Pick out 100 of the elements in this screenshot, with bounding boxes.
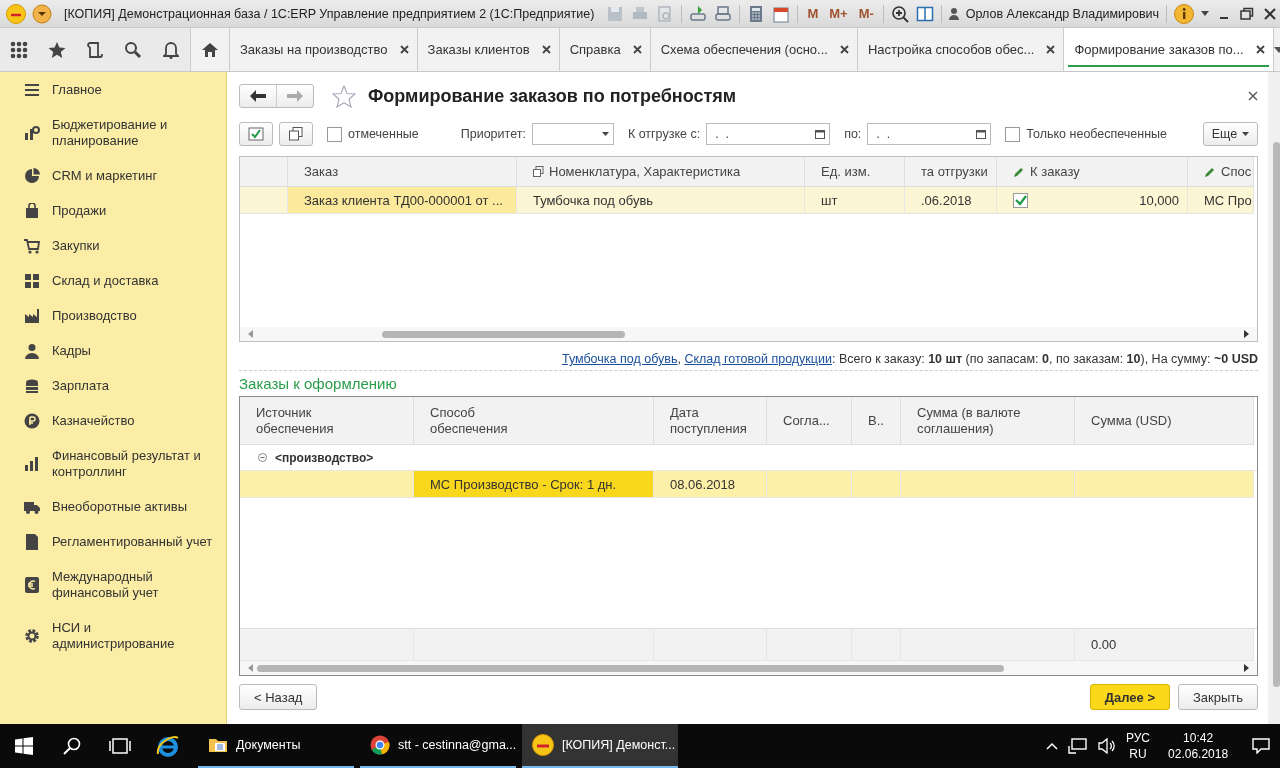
column-header[interactable]: Спос — [1188, 157, 1254, 187]
user-name[interactable]: Орлов Александр Владимирович — [965, 6, 1160, 21]
sidebar-item[interactable]: Международный финансовый учет — [0, 560, 226, 611]
language-indicator[interactable]: РУС RU — [1126, 730, 1151, 762]
link[interactable]: Склад готовой продукции — [684, 352, 832, 366]
cart-icon — [24, 238, 40, 254]
column-header[interactable]: Сумма (в валюте соглашения) — [901, 397, 1075, 445]
calendar-icon[interactable] — [772, 4, 791, 23]
sidebar-item[interactable]: Закупки — [0, 229, 226, 264]
document-icon — [24, 534, 40, 550]
close-icon[interactable] — [541, 45, 551, 54]
tab[interactable]: Формирование заказов по... — [1064, 28, 1274, 71]
taskbar-item[interactable]: Документы — [198, 724, 354, 768]
horizontal-scrollbar[interactable] — [240, 661, 1258, 675]
caret-up-icon[interactable] — [1046, 742, 1058, 750]
column-header[interactable]: Ед. изм. — [805, 157, 905, 187]
column-header[interactable]: Заказ — [288, 157, 517, 187]
vertical-scrollbar[interactable] — [1268, 72, 1280, 724]
sidebar-item[interactable]: Казначейство — [0, 404, 226, 439]
sidebar-item[interactable]: Внеоборотные активы — [0, 490, 226, 525]
sidebar-item[interactable]: Склад и доставка — [0, 264, 226, 299]
search-icon[interactable] — [124, 40, 142, 59]
date-field[interactable]: . . — [706, 123, 831, 145]
menu-caret-icon[interactable] — [32, 3, 52, 24]
close-icon[interactable] — [632, 45, 642, 54]
memory-button[interactable]: M+ — [827, 6, 850, 21]
checklist-icon — [248, 127, 264, 141]
restore-icon[interactable] — [1239, 5, 1256, 22]
windows-start-icon[interactable] — [15, 737, 33, 755]
bell-icon[interactable] — [163, 40, 179, 59]
close-icon[interactable] — [1255, 45, 1265, 54]
sidebar-item[interactable]: Кадры — [0, 334, 226, 369]
more-button[interactable]: Еще — [1202, 122, 1259, 146]
bar-chart-icon — [24, 456, 40, 472]
column-header[interactable]: Сумма (USD) — [1075, 397, 1254, 445]
close-icon[interactable] — [399, 45, 409, 54]
close-icon[interactable] — [1046, 45, 1056, 54]
apps-grid-icon[interactable] — [10, 40, 28, 59]
history-icon[interactable] — [87, 40, 103, 59]
priority-field[interactable] — [531, 123, 614, 145]
column-header[interactable]: Источник обеспечения — [240, 397, 414, 445]
sidebar-item[interactable]: CRM и маркетинг — [0, 159, 226, 194]
taskbar-item[interactable]: [КОПИЯ] Демонст... — [522, 724, 678, 768]
notification-icon[interactable] — [1252, 738, 1271, 754]
checkbox[interactable] — [327, 126, 342, 142]
tab[interactable]: Схема обеспечения (осно... — [650, 28, 858, 71]
tab[interactable]: Заказы клиентов — [417, 28, 560, 71]
next-button[interactable]: Далее > — [1089, 684, 1170, 710]
dropdown-caret-icon[interactable] — [1273, 46, 1280, 53]
info-icon[interactable] — [1174, 3, 1195, 24]
sidebar-item[interactable]: НСИ и администрирование — [0, 611, 226, 662]
network-icon[interactable] — [1068, 738, 1088, 754]
grid-icon — [24, 273, 40, 289]
section-title: Заказы к оформлению — [239, 375, 398, 392]
collapse-icon[interactable] — [258, 453, 267, 462]
mark-all-button[interactable] — [239, 122, 273, 146]
sidebar-item[interactable]: Бюджетирование и планирование — [0, 108, 226, 159]
star-icon[interactable] — [48, 40, 66, 59]
column-header[interactable]: В.. — [852, 397, 901, 445]
dropdown-caret-icon — [601, 132, 609, 136]
clock[interactable]: 10:42 02.06.2018 — [1168, 730, 1229, 762]
column-header[interactable]: Номенклатура, Характеристика — [517, 157, 805, 187]
star-icon[interactable] — [332, 84, 356, 108]
home-icon[interactable] — [202, 41, 218, 58]
close-icon[interactable] — [1262, 5, 1279, 22]
memory-button[interactable]: M — [805, 6, 821, 21]
checkbox[interactable] — [1005, 126, 1021, 142]
close-icon[interactable] — [839, 45, 849, 54]
sidebar-item[interactable]: Финансовый результат и контроллинг — [0, 439, 226, 490]
tab[interactable]: Справка — [559, 28, 651, 71]
date-field[interactable]: . . — [867, 123, 992, 145]
sidebar-item[interactable]: Главное — [0, 73, 226, 108]
column-header[interactable]: Согла... — [767, 397, 852, 445]
search-icon[interactable] — [63, 737, 81, 755]
left-arrow-icon — [250, 90, 266, 102]
zoom-icon[interactable] — [890, 4, 909, 23]
sidebar-item[interactable]: Производство — [0, 299, 226, 334]
check-icon — [1014, 194, 1027, 206]
checkbox[interactable] — [1013, 192, 1028, 208]
task-view-icon[interactable] — [109, 738, 131, 754]
panel-icon[interactable] — [915, 4, 934, 23]
taskbar-item[interactable]: stt - cestinna@gma... — [360, 724, 516, 768]
column-header[interactable]: К заказу — [997, 157, 1188, 187]
close-icon[interactable] — [1248, 91, 1259, 101]
tab[interactable]: Заказы на производство — [230, 28, 418, 71]
column-header[interactable]: та отгрузки — [905, 157, 997, 187]
column-header[interactable]: Способ обеспечения — [414, 397, 654, 445]
sidebar-item[interactable]: Продажи — [0, 194, 226, 229]
pencil-icon — [1204, 165, 1216, 178]
browser-e-icon[interactable] — [156, 734, 180, 758]
column-header[interactable]: Дата поступления — [654, 397, 767, 445]
sidebar-item[interactable]: Регламентированный учет — [0, 525, 226, 560]
button[interactable]: Закрыть — [1178, 684, 1259, 710]
caret-icon[interactable] — [1201, 11, 1210, 16]
memory-button[interactable]: M- — [856, 6, 876, 21]
volume-icon[interactable] — [1098, 738, 1116, 754]
horizontal-scrollbar[interactable] — [240, 327, 1258, 341]
sidebar-item[interactable]: Зарплата — [0, 369, 226, 404]
button[interactable]: < Назад — [239, 684, 318, 710]
copy-button[interactable] — [279, 122, 313, 146]
